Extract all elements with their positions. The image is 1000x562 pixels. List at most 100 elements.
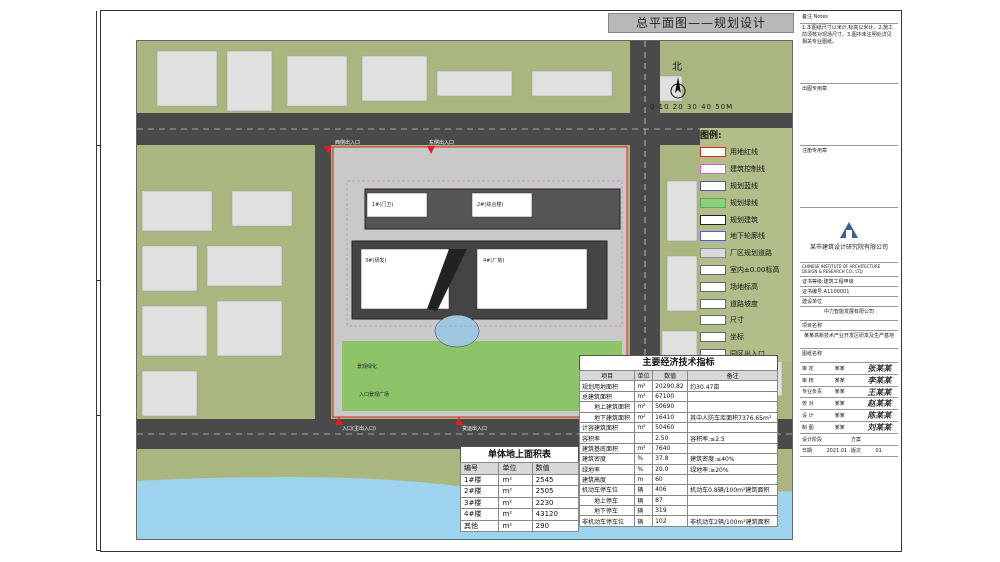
legend-swatch bbox=[700, 214, 726, 225]
unit-cell-value: 290 bbox=[531, 519, 580, 532]
econ-cell-value: 87 bbox=[652, 494, 689, 507]
legend-swatch bbox=[700, 248, 726, 259]
legend-item: 建筑控制线 bbox=[700, 161, 792, 178]
econ-cell-unit: % bbox=[634, 463, 654, 475]
sheet-title: 总平面图——规划设计 bbox=[608, 13, 794, 33]
table-row: 规划用地面积 m² 20290.82 约30.47亩 bbox=[578, 380, 778, 392]
econ-cell-item: 非机动车停车位 bbox=[578, 515, 636, 527]
title-block: 备注 Notes 1.本图纸尺寸以米计,标高以米计。2.施工前须核对现场尺寸。3… bbox=[800, 12, 898, 550]
unit-cell-id: 4#楼 bbox=[459, 508, 500, 521]
econ-cell-value: 37.8 bbox=[652, 453, 689, 465]
econ-cell-note bbox=[687, 473, 778, 486]
plaza-label: 入口景观广场 bbox=[359, 392, 390, 398]
econ-cell-unit: m² bbox=[634, 380, 654, 392]
phase-value: 方案 bbox=[851, 436, 862, 443]
legend-item: 尺寸 bbox=[700, 312, 792, 329]
legend-swatch bbox=[700, 298, 726, 309]
unit-header-value: 数值 bbox=[531, 462, 580, 475]
legend-item: 规划蓝线 bbox=[700, 178, 792, 195]
legend-swatch bbox=[700, 197, 726, 208]
unit-cell-value: 2230 bbox=[531, 496, 580, 509]
greenery-label: 景观绿化 bbox=[357, 364, 378, 370]
role-role: 审 定 bbox=[802, 365, 814, 372]
client-name: 中力智能发展有限公司 bbox=[800, 307, 898, 321]
econ-cell-unit: % bbox=[634, 453, 654, 465]
planned-buildings bbox=[351, 188, 621, 320]
fountain bbox=[434, 314, 480, 348]
north-arrow: 北 bbox=[670, 58, 686, 103]
econ-cell-value: 20290.82 bbox=[652, 380, 689, 392]
table-row: 地下建筑面积 m² 16410 其中人防车库面积7376.65m² bbox=[578, 411, 778, 423]
legend-item: 用地红线 bbox=[700, 144, 792, 161]
econ-cell-note: 约30.47亩 bbox=[687, 380, 778, 392]
legend-label: 厂区规划道路 bbox=[730, 249, 772, 258]
econ-cell-item: 容积率 bbox=[578, 432, 636, 444]
legend: 图例: 用地红线 建筑控制线 规划蓝线 规划绿线 规划建筑 地下轮廓线 厂区规划道路 室内±0… bbox=[700, 128, 792, 363]
signature: 陈某某 bbox=[867, 410, 892, 421]
role-name: 某某 bbox=[834, 389, 845, 396]
project-label: 项目名称 bbox=[800, 321, 898, 331]
table-row: 地下停车辆 319 bbox=[578, 505, 778, 517]
cert-number: 证书编号:A1100001 bbox=[800, 287, 898, 297]
legend-label: 建筑控制线 bbox=[730, 165, 765, 174]
legend-item: 道路坡度 bbox=[700, 295, 792, 312]
role-role: 专业负责 bbox=[802, 389, 823, 396]
date-value: 2021.01 bbox=[826, 447, 848, 454]
approval-row: 审 定 某某 张某某 bbox=[800, 363, 898, 375]
approval-row: 专业负责 某某 王某某 bbox=[800, 387, 898, 399]
econ-cell-unit: 辆 bbox=[634, 484, 654, 496]
role-role: 制 图 bbox=[802, 424, 814, 431]
table-row: 非机动车停车位辆 102 非机动车2辆/100m²建筑面积 bbox=[578, 515, 778, 527]
role-name: 某某 bbox=[834, 365, 845, 372]
approval-row: 校 对 某某 赵某某 bbox=[800, 398, 898, 411]
econ-cell-value: 102 bbox=[652, 515, 689, 527]
unit-table-title: 单体地上面积表 bbox=[460, 446, 579, 462]
econ-cell-value: 50690 bbox=[652, 401, 689, 413]
econ-header-unit: 单位 bbox=[634, 369, 654, 382]
legend-item: 室内±0.00标高 bbox=[700, 262, 792, 279]
econ-cell-note bbox=[687, 390, 778, 403]
legend-item: 地下轮廓线 bbox=[700, 228, 792, 245]
date-label: 日期 bbox=[802, 448, 813, 455]
table-row: 地上停车辆 87 bbox=[578, 494, 778, 507]
econ-cell-note: 非机动车2辆/100m²建筑面积 bbox=[687, 515, 778, 527]
econ-cell-value: 319 bbox=[652, 505, 689, 517]
building-label-4: 4#(厂房) bbox=[483, 258, 505, 264]
legend-swatch bbox=[700, 164, 726, 175]
version-value: 01 bbox=[875, 447, 882, 454]
legend-item: 坐标 bbox=[700, 329, 792, 346]
econ-cell-item: 地上停车 bbox=[578, 494, 636, 507]
approval-row: 设 计 某某 陈某某 bbox=[800, 410, 898, 422]
econ-cell-note bbox=[687, 505, 778, 517]
econ-cell-item: 机动车停车位 bbox=[578, 484, 636, 496]
notes-text: 1.本图纸尺寸以米计,标高以米计。2.施工前须核对现场尺寸。3.图中未注明处详见… bbox=[800, 24, 898, 84]
north-label: 北 bbox=[672, 62, 682, 73]
legend-item: 厂区规划道路 bbox=[700, 245, 792, 262]
table-row: 建筑高度 m 60 bbox=[578, 473, 778, 486]
legend-title: 图例: bbox=[700, 131, 722, 141]
unit-header-id: 编号 bbox=[459, 462, 500, 475]
legend-swatch bbox=[700, 180, 726, 191]
econ-cell-note: 其中人防车库面积7376.65m² bbox=[687, 411, 778, 423]
signature: 赵某某 bbox=[867, 398, 892, 409]
econ-cell-value: 406 bbox=[652, 484, 689, 496]
table-row: 4#楼 m² 43120 bbox=[459, 508, 580, 521]
econ-cell-note: 建筑密度:≤40% bbox=[687, 453, 778, 465]
approval-row: 制 图 某某 刘某某 bbox=[800, 422, 898, 434]
company-name-en: CHINESE INSTITUTE OF ARCHITECTURE DESIGN… bbox=[800, 263, 898, 277]
econ-cell-value: 20.0 bbox=[652, 463, 689, 475]
legend-label: 地下轮廓线 bbox=[730, 232, 765, 241]
company-logo-area: 某市建筑设计研究院有限公司 bbox=[800, 208, 898, 263]
econ-cell-item: 建筑高度 bbox=[578, 473, 636, 486]
role-name: 某某 bbox=[834, 401, 845, 408]
econ-cell-item: 地上建筑面积 bbox=[578, 401, 636, 413]
econ-cell-note bbox=[687, 401, 778, 413]
entrance-label-main: 入口(主出入口) bbox=[342, 426, 376, 432]
signature: 张某某 bbox=[867, 362, 892, 373]
entrance-label-west: 西侧出入口 bbox=[335, 140, 361, 146]
sheet-binding-tabs bbox=[96, 11, 101, 551]
legend-label: 道路坡度 bbox=[730, 299, 758, 308]
econ-cell-unit: 辆 bbox=[634, 505, 654, 517]
econ-cell-item: 建筑密度 bbox=[578, 453, 636, 465]
econ-cell-value: 7640 bbox=[652, 442, 689, 455]
